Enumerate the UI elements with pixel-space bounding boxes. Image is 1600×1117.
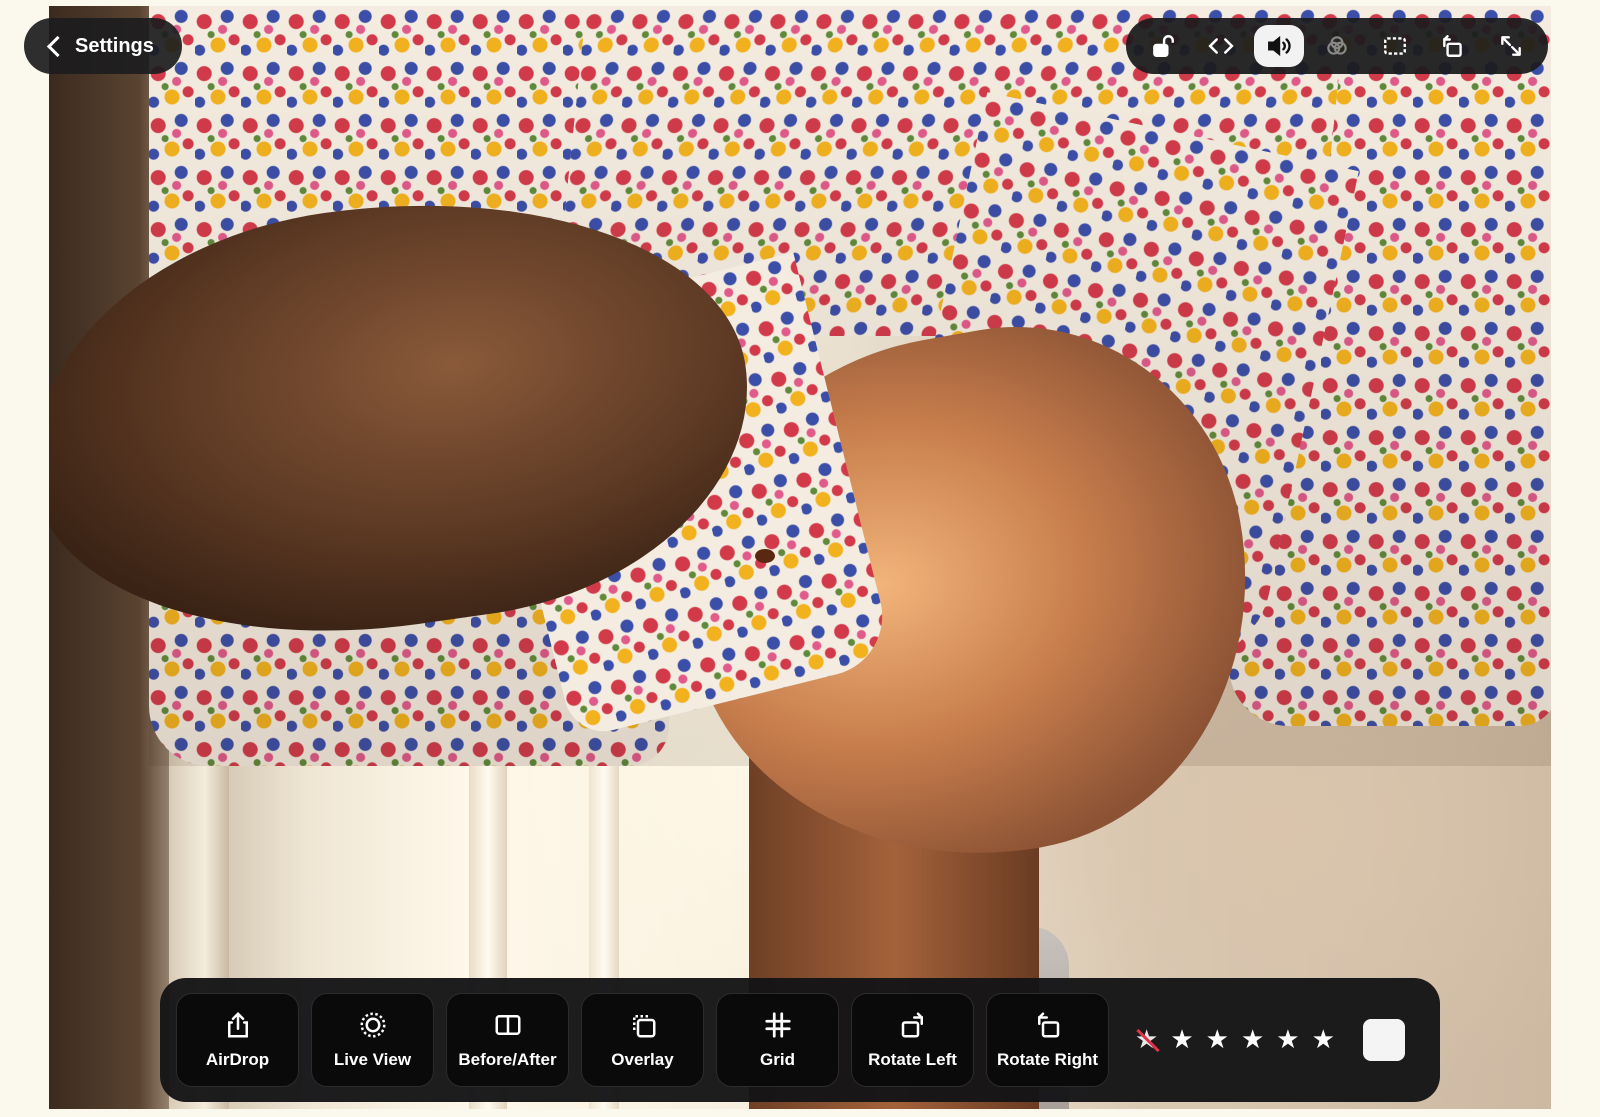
fullscreen-button[interactable] [1486,25,1536,67]
tool-label: Live View [333,1050,412,1069]
overlay-toggle-button[interactable] [1312,25,1362,67]
split-view-icon [495,1015,520,1035]
tool-label: Before/After [458,1050,557,1069]
rotate-left-button[interactable]: Rotate Left [851,993,974,1087]
crop-button[interactable] [1370,25,1420,67]
tool-label: Grid [760,1050,795,1069]
grid-icon [764,1012,791,1038]
star-1-button[interactable]: ★ [1170,1027,1193,1053]
rating-stars: ★ ★ ★ ★ ★ ★ [1135,1027,1335,1053]
crop-marquee-icon [1384,37,1406,55]
rotate-right-button[interactable]: Rotate Right [986,993,1109,1087]
live-view-button[interactable]: Live View [311,993,434,1087]
tool-label: Overlay [611,1050,674,1069]
overlay-circles-icon [1327,36,1347,55]
top-toolbar [1126,18,1548,74]
sound-button[interactable] [1254,25,1304,67]
rotate-button[interactable] [1428,25,1478,67]
share-icon [227,1011,248,1038]
rotate-right-icon [1037,1012,1059,1038]
reject-star-button[interactable]: ★ [1135,1027,1158,1053]
color-label-swatch[interactable] [1362,1019,1405,1061]
grid-button[interactable]: Grid [716,993,839,1087]
bottom-toolbar: AirDrop Live View Before/After Overlay G… [160,978,1440,1102]
code-button[interactable] [1196,25,1246,67]
tool-label: Rotate Right [996,1050,1099,1069]
chevron-left-icon [46,35,69,57]
before-after-button[interactable]: Before/After [446,993,569,1087]
rotate-left-icon [901,1012,923,1038]
settings-back-button[interactable]: Settings [24,18,182,74]
unlock-button[interactable] [1138,25,1188,67]
ladybug [755,549,775,563]
overlay-icon [632,1015,655,1038]
star-5-button[interactable]: ★ [1312,1027,1335,1053]
code-brackets-icon [1208,38,1234,54]
tool-label: AirDrop [205,1050,270,1069]
overlay-button[interactable]: Overlay [581,993,704,1087]
star-4-button[interactable]: ★ [1276,1027,1299,1053]
star-2-button[interactable]: ★ [1206,1027,1229,1053]
expand-arrows-icon [1501,36,1521,56]
settings-label: Settings [75,34,154,57]
unlock-icon [1153,35,1174,57]
speaker-icon [1268,35,1291,57]
airdrop-button[interactable]: AirDrop [176,993,299,1087]
tool-label: Rotate Left [868,1050,957,1069]
rotate-square-icon [1443,35,1462,57]
live-view-icon [360,1012,385,1038]
photo-viewer [49,6,1551,1109]
star-3-button[interactable]: ★ [1241,1027,1264,1053]
